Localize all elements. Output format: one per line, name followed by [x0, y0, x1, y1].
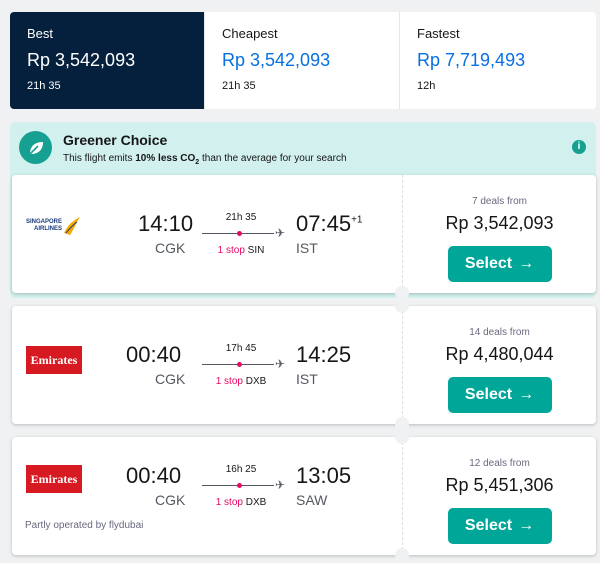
greener-description: This flight emits 10% less CO2 than the …: [63, 153, 347, 166]
greener-percent: 10% less CO: [135, 153, 196, 164]
deals-count: 12 deals from: [469, 458, 530, 469]
stop-dot: [237, 483, 242, 488]
price-section: 7 deals from Rp 3,542,093 Select →: [402, 175, 596, 293]
tab-cheapest[interactable]: Cheapest Rp 3,542,093 21h 35: [205, 12, 400, 109]
stop-airport: DXB: [245, 497, 267, 508]
greener-sub-suffix: than the average for your search: [199, 153, 347, 164]
stops-info: 1 stop DXB: [196, 376, 286, 387]
departure-airport: CGK: [155, 240, 186, 256]
tab-duration: 12h: [417, 80, 436, 92]
tab-price: Rp 3,542,093: [222, 50, 331, 70]
card-notch: [395, 299, 409, 313]
plane-icon: ✈: [275, 478, 286, 492]
arrival-time: 14:25: [296, 342, 352, 367]
tab-label: Fastest: [417, 26, 460, 41]
flight-card[interactable]: SINGAPORE AIRLINES 14:10 CGK 21h 35 ✈ 1 s…: [12, 175, 596, 300]
stop-count: 1 stop: [215, 376, 243, 387]
tab-duration: 21h 35: [222, 80, 256, 92]
flight-duration: 21h 35: [225, 212, 257, 223]
itinerary-section: SINGAPORE AIRLINES 14:10 CGK 21h 35 ✈ 1 s…: [12, 175, 402, 293]
price: Rp 5,451,306: [445, 475, 554, 495]
stop-dot: [237, 362, 242, 367]
stops-info: 1 stop DXB: [196, 497, 286, 508]
arrival-airport: IST: [296, 240, 318, 256]
stop-count: 1 stop: [215, 497, 243, 508]
tab-label: Cheapest: [222, 26, 278, 41]
tab-fastest[interactable]: Fastest Rp 7,719,493 12h: [400, 12, 596, 109]
card-notch: [395, 548, 409, 562]
card-notch: [395, 417, 409, 431]
tab-duration: 21h 35: [27, 80, 61, 92]
deals-count: 7 deals from: [471, 196, 528, 207]
sort-tabs: Best Rp 3,542,093 21h 35 Cheapest Rp 3,5…: [10, 12, 596, 109]
stop-airport: DXB: [245, 376, 267, 387]
info-icon[interactable]: i: [572, 140, 586, 154]
arrow-right-icon: →: [518, 386, 535, 403]
operated-by-note: Partly operated by flydubai: [25, 520, 144, 531]
greener-title: Greener Choice: [63, 132, 168, 148]
tab-price: Rp 7,719,493: [417, 50, 526, 70]
day-offset: +1: [351, 214, 363, 226]
stops-info: 1 stop SIN: [196, 245, 286, 256]
leaf-icon: [19, 131, 52, 164]
tab-price: Rp 3,542,093: [27, 50, 136, 70]
stop-airport: SIN: [247, 245, 265, 256]
departure-time: 00:40: [126, 342, 182, 367]
price: Rp 4,480,044: [445, 344, 554, 364]
departure-airport: CGK: [155, 492, 186, 508]
tab-label: Best: [27, 26, 54, 41]
arrival-time: 07:45+1: [296, 211, 362, 237]
stop-dot: [237, 231, 242, 236]
arrival-time-value: 07:45: [296, 211, 352, 236]
arrow-right-icon: →: [518, 517, 535, 534]
flight-duration: 16h 25: [225, 464, 257, 475]
plane-icon: ✈: [275, 226, 286, 240]
tab-best[interactable]: Best Rp 3,542,093 21h 35: [10, 12, 205, 109]
price-section: 12 deals from Rp 5,451,306 Select →: [402, 437, 596, 555]
emirates-logo: Emirates: [26, 346, 82, 374]
select-button[interactable]: Select →: [447, 508, 552, 544]
card-notch: [395, 286, 409, 300]
logo-text: SINGAPORE: [26, 219, 63, 225]
flight-duration: 17h 45: [225, 343, 257, 354]
flight-card[interactable]: Emirates 00:40 CGK 16h 25 ✈ 1 stop DXB 1…: [12, 430, 596, 562]
greener-sub-prefix: This flight emits: [63, 153, 136, 164]
plane-icon: ✈: [275, 357, 286, 371]
select-label: Select: [464, 517, 513, 534]
bird-icon: [64, 217, 81, 235]
arrival-airport: SAW: [296, 492, 328, 508]
price-section: 14 deals from Rp 4,480,044 Select →: [402, 306, 596, 424]
departure-time: 14:10: [138, 211, 194, 236]
select-button[interactable]: Select →: [447, 377, 552, 413]
stop-count: 1 stop: [217, 245, 245, 256]
singapore-airlines-logo: SINGAPORE AIRLINES: [26, 215, 82, 237]
arrival-airport: IST: [296, 371, 318, 387]
price: Rp 3,542,093: [445, 213, 554, 233]
select-label: Select: [464, 386, 513, 403]
select-label: Select: [464, 255, 513, 272]
arrow-right-icon: →: [518, 255, 535, 272]
arrival-time: 13:05: [296, 463, 352, 488]
departure-time: 00:40: [126, 463, 182, 488]
emirates-logo: Emirates: [26, 465, 82, 493]
itinerary-section: Emirates 00:40 CGK 16h 25 ✈ 1 stop DXB 1…: [12, 437, 402, 555]
itinerary-section: Emirates 00:40 CGK 17h 45 ✈ 1 stop DXB 1…: [12, 306, 402, 424]
departure-airport: CGK: [155, 371, 186, 387]
select-button[interactable]: Select →: [447, 246, 552, 282]
logo-text: AIRLINES: [34, 226, 63, 232]
card-notch: [395, 430, 409, 444]
deals-count: 14 deals from: [469, 327, 530, 338]
flight-card[interactable]: Emirates 00:40 CGK 17h 45 ✈ 1 stop DXB 1…: [12, 299, 596, 431]
